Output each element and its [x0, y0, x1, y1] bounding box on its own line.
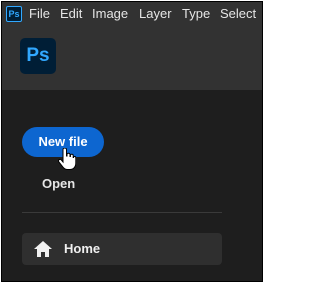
menu-layer[interactable]: Layer: [139, 2, 172, 26]
photoshop-window: Ps File Edit Image Layer Type Select Ps …: [1, 1, 263, 282]
photoshop-logo: Ps: [20, 38, 56, 74]
menu-edit[interactable]: Edit: [60, 2, 82, 26]
open-button[interactable]: Open: [42, 176, 75, 191]
menu-bar: Ps File Edit Image Layer Type Select: [2, 2, 262, 26]
hand-pointer-icon: [58, 148, 76, 170]
home-header: Ps: [2, 26, 262, 90]
sidebar-item-label: Home: [64, 241, 101, 256]
menu-file[interactable]: File: [29, 2, 50, 26]
divider: [22, 212, 222, 213]
menu-select[interactable]: Select: [220, 2, 256, 26]
sidebar-item-home[interactable]: Home: [22, 233, 222, 265]
menu-image[interactable]: Image: [92, 2, 128, 26]
menu-type[interactable]: Type: [182, 2, 210, 26]
home-icon: [34, 241, 52, 257]
photoshop-app-icon[interactable]: Ps: [6, 6, 22, 22]
